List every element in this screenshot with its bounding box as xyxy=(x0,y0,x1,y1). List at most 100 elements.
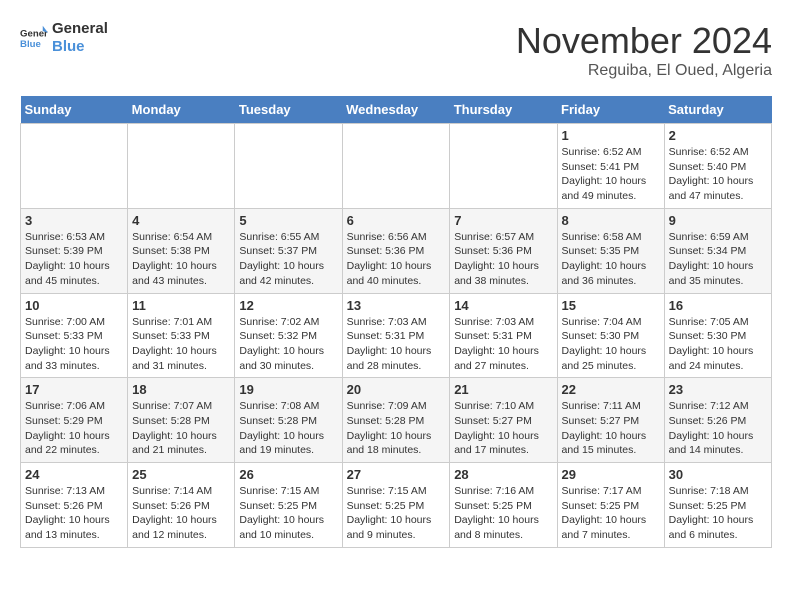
day-number: 11 xyxy=(132,298,230,313)
day-info: Sunrise: 7:09 AM Sunset: 5:28 PM Dayligh… xyxy=(347,399,446,458)
calendar-week-1: 1 Sunrise: 6:52 AM Sunset: 5:41 PM Daylig… xyxy=(21,124,772,209)
day-number: 9 xyxy=(669,213,767,228)
day-info: Sunrise: 7:07 AM Sunset: 5:28 PM Dayligh… xyxy=(132,399,230,458)
weekday-header-saturday: Saturday xyxy=(664,96,771,124)
calendar-cell: 10 Sunrise: 7:00 AM Sunset: 5:33 PM Dayli… xyxy=(21,293,128,378)
calendar-cell: 4 Sunrise: 6:54 AM Sunset: 5:38 PM Daylig… xyxy=(128,208,235,293)
weekday-header-wednesday: Wednesday xyxy=(342,96,450,124)
day-info: Sunrise: 6:55 AM Sunset: 5:37 PM Dayligh… xyxy=(239,230,337,289)
calendar-cell: 29 Sunrise: 7:17 AM Sunset: 5:25 PM Dayli… xyxy=(557,463,664,548)
weekday-header-sunday: Sunday xyxy=(21,96,128,124)
day-info: Sunrise: 7:14 AM Sunset: 5:26 PM Dayligh… xyxy=(132,484,230,543)
day-info: Sunrise: 7:02 AM Sunset: 5:32 PM Dayligh… xyxy=(239,315,337,374)
day-info: Sunrise: 7:13 AM Sunset: 5:26 PM Dayligh… xyxy=(25,484,123,543)
day-info: Sunrise: 6:52 AM Sunset: 5:41 PM Dayligh… xyxy=(562,145,660,204)
logo-icon: General Blue xyxy=(20,24,48,52)
day-number: 8 xyxy=(562,213,660,228)
calendar-cell: 17 Sunrise: 7:06 AM Sunset: 5:29 PM Dayli… xyxy=(21,378,128,463)
day-number: 18 xyxy=(132,382,230,397)
calendar-cell: 16 Sunrise: 7:05 AM Sunset: 5:30 PM Dayli… xyxy=(664,293,771,378)
weekday-header-thursday: Thursday xyxy=(450,96,557,124)
calendar-cell: 23 Sunrise: 7:12 AM Sunset: 5:26 PM Dayli… xyxy=(664,378,771,463)
calendar-cell xyxy=(21,124,128,209)
day-info: Sunrise: 6:57 AM Sunset: 5:36 PM Dayligh… xyxy=(454,230,552,289)
calendar-cell: 30 Sunrise: 7:18 AM Sunset: 5:25 PM Dayli… xyxy=(664,463,771,548)
calendar-cell: 22Sunrise: 7:11 AM Sunset: 5:27 PM Dayli… xyxy=(557,378,664,463)
calendar-cell: 27 Sunrise: 7:15 AM Sunset: 5:25 PM Dayli… xyxy=(342,463,450,548)
day-info: Sunrise: 7:18 AM Sunset: 5:25 PM Dayligh… xyxy=(669,484,767,543)
day-info: Sunrise: 7:15 AM Sunset: 5:25 PM Dayligh… xyxy=(347,484,446,543)
day-info: Sunrise: 6:59 AM Sunset: 5:34 PM Dayligh… xyxy=(669,230,767,289)
calendar-cell: 28 Sunrise: 7:16 AM Sunset: 5:25 PM Dayli… xyxy=(450,463,557,548)
day-info: Sunrise: 7:15 AM Sunset: 5:25 PM Dayligh… xyxy=(239,484,337,543)
calendar-cell: 24Sunrise: 7:13 AM Sunset: 5:26 PM Dayli… xyxy=(21,463,128,548)
day-number: 30 xyxy=(669,467,767,482)
day-number: 15 xyxy=(562,298,660,313)
weekday-header-monday: Monday xyxy=(128,96,235,124)
calendar-cell: 15 Sunrise: 7:04 AM Sunset: 5:30 PM Dayli… xyxy=(557,293,664,378)
weekday-header-friday: Friday xyxy=(557,96,664,124)
day-info: Sunrise: 6:53 AM Sunset: 5:39 PM Dayligh… xyxy=(25,230,123,289)
title-block: November 2024 Reguiba, El Oued, Algeria xyxy=(516,20,772,80)
logo-line2: Blue xyxy=(52,38,108,56)
calendar-cell: 8 Sunrise: 6:58 AM Sunset: 5:35 PM Daylig… xyxy=(557,208,664,293)
day-number: 14 xyxy=(454,298,552,313)
day-info: Sunrise: 7:16 AM Sunset: 5:25 PM Dayligh… xyxy=(454,484,552,543)
day-info: Sunrise: 7:00 AM Sunset: 5:33 PM Dayligh… xyxy=(25,315,123,374)
weekday-header-tuesday: Tuesday xyxy=(235,96,342,124)
day-info: Sunrise: 7:03 AM Sunset: 5:31 PM Dayligh… xyxy=(454,315,552,374)
calendar-cell xyxy=(128,124,235,209)
day-number: 28 xyxy=(454,467,552,482)
day-info: Sunrise: 7:12 AM Sunset: 5:26 PM Dayligh… xyxy=(669,399,767,458)
calendar-week-5: 24Sunrise: 7:13 AM Sunset: 5:26 PM Dayli… xyxy=(21,463,772,548)
calendar-cell: 20Sunrise: 7:09 AM Sunset: 5:28 PM Dayli… xyxy=(342,378,450,463)
day-number: 16 xyxy=(669,298,767,313)
calendar-cell: 6 Sunrise: 6:56 AM Sunset: 5:36 PM Daylig… xyxy=(342,208,450,293)
calendar-cell xyxy=(235,124,342,209)
day-number: 6 xyxy=(347,213,446,228)
day-number: 10 xyxy=(25,298,123,313)
day-number: 12 xyxy=(239,298,337,313)
calendar-cell: 5 Sunrise: 6:55 AM Sunset: 5:37 PM Daylig… xyxy=(235,208,342,293)
day-info: Sunrise: 7:11 AM Sunset: 5:27 PM Dayligh… xyxy=(562,399,660,458)
day-number: 25 xyxy=(132,467,230,482)
day-number: 5 xyxy=(239,213,337,228)
day-info: Sunrise: 7:08 AM Sunset: 5:28 PM Dayligh… xyxy=(239,399,337,458)
day-info: Sunrise: 7:10 AM Sunset: 5:27 PM Dayligh… xyxy=(454,399,552,458)
calendar-cell: 19Sunrise: 7:08 AM Sunset: 5:28 PM Dayli… xyxy=(235,378,342,463)
calendar-cell: 26Sunrise: 7:15 AM Sunset: 5:25 PM Dayli… xyxy=(235,463,342,548)
day-info: Sunrise: 6:52 AM Sunset: 5:40 PM Dayligh… xyxy=(669,145,767,204)
day-info: Sunrise: 7:03 AM Sunset: 5:31 PM Dayligh… xyxy=(347,315,446,374)
day-number: 7 xyxy=(454,213,552,228)
calendar-week-4: 17 Sunrise: 7:06 AM Sunset: 5:29 PM Dayli… xyxy=(21,378,772,463)
day-info: Sunrise: 6:54 AM Sunset: 5:38 PM Dayligh… xyxy=(132,230,230,289)
calendar-cell: 12 Sunrise: 7:02 AM Sunset: 5:32 PM Dayli… xyxy=(235,293,342,378)
calendar-cell: 1 Sunrise: 6:52 AM Sunset: 5:41 PM Daylig… xyxy=(557,124,664,209)
day-number: 23 xyxy=(669,382,767,397)
day-number: 3 xyxy=(25,213,123,228)
day-number: 4 xyxy=(132,213,230,228)
day-info: Sunrise: 7:05 AM Sunset: 5:30 PM Dayligh… xyxy=(669,315,767,374)
day-info: Sunrise: 7:17 AM Sunset: 5:25 PM Dayligh… xyxy=(562,484,660,543)
day-number: 13 xyxy=(347,298,446,313)
month-title: November 2024 xyxy=(516,20,772,62)
day-number: 1 xyxy=(562,128,660,143)
logo: General Blue General Blue xyxy=(20,20,108,56)
day-info: Sunrise: 7:06 AM Sunset: 5:29 PM Dayligh… xyxy=(25,399,123,458)
day-info: Sunrise: 6:56 AM Sunset: 5:36 PM Dayligh… xyxy=(347,230,446,289)
page-header: General Blue General Blue November 2024 … xyxy=(20,20,772,80)
calendar-cell: 21 Sunrise: 7:10 AM Sunset: 5:27 PM Dayli… xyxy=(450,378,557,463)
day-info: Sunrise: 6:58 AM Sunset: 5:35 PM Dayligh… xyxy=(562,230,660,289)
day-number: 17 xyxy=(25,382,123,397)
day-info: Sunrise: 7:04 AM Sunset: 5:30 PM Dayligh… xyxy=(562,315,660,374)
calendar-cell: 25 Sunrise: 7:14 AM Sunset: 5:26 PM Dayli… xyxy=(128,463,235,548)
day-number: 27 xyxy=(347,467,446,482)
calendar-table: SundayMondayTuesdayWednesdayThursdayFrid… xyxy=(20,96,772,548)
logo-line1: General xyxy=(52,20,108,38)
calendar-week-2: 3 Sunrise: 6:53 AM Sunset: 5:39 PM Daylig… xyxy=(21,208,772,293)
day-number: 21 xyxy=(454,382,552,397)
calendar-cell: 9 Sunrise: 6:59 AM Sunset: 5:34 PM Daylig… xyxy=(664,208,771,293)
day-number: 2 xyxy=(669,128,767,143)
day-info: Sunrise: 7:01 AM Sunset: 5:33 PM Dayligh… xyxy=(132,315,230,374)
day-number: 29 xyxy=(562,467,660,482)
